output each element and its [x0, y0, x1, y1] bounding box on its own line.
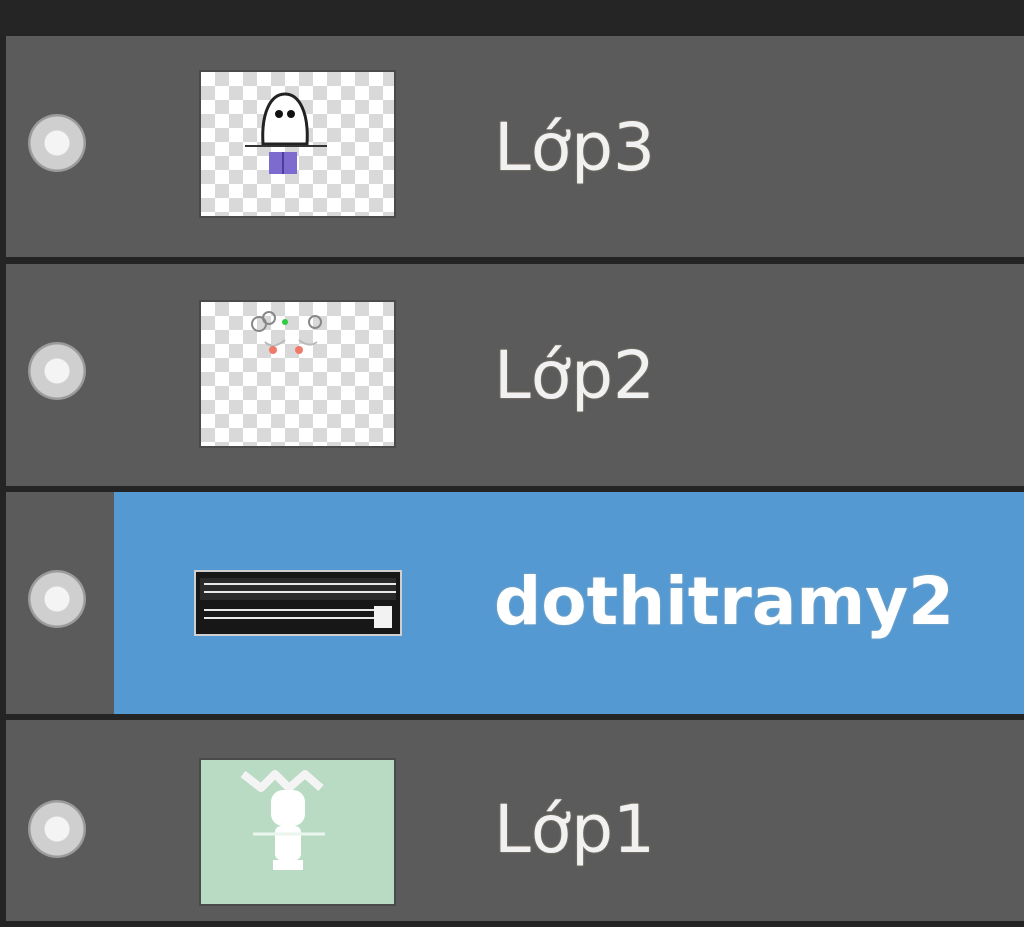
layers-panel: Lớp3 Lớp2 dothitramy2 Lớp1	[0, 0, 1024, 927]
layer-thumbnail-face	[199, 300, 396, 448]
layer-row-lop2[interactable]: Lớp2	[6, 264, 1024, 486]
white-figure-icon	[240, 770, 325, 870]
face-sketch-icon	[251, 311, 322, 354]
layer-row-lop3[interactable]: Lớp3	[6, 36, 1024, 257]
layer-thumbnail-ghost	[199, 70, 396, 218]
layer-thumbnail-text-logo	[194, 570, 402, 636]
layer-name: Lớp1	[494, 791, 656, 868]
layer-row-lop1[interactable]: Lớp1	[6, 720, 1024, 921]
visibility-toggle-icon[interactable]	[28, 114, 86, 172]
layer-name: dothitramy2	[494, 563, 955, 640]
layer-thumbnail-figure	[199, 758, 396, 906]
panel-top-bar	[0, 0, 1024, 34]
layer-name: Lớp2	[494, 337, 656, 414]
visibility-toggle-icon[interactable]	[28, 800, 86, 858]
visibility-toggle-icon[interactable]	[28, 342, 86, 400]
visibility-toggle-icon[interactable]	[28, 570, 86, 628]
text-logo-icon	[200, 578, 396, 628]
layer-name: Lớp3	[494, 109, 656, 186]
ghost-figure-icon	[245, 92, 327, 174]
layer-row-dothitramy2[interactable]: dothitramy2	[6, 492, 1024, 714]
